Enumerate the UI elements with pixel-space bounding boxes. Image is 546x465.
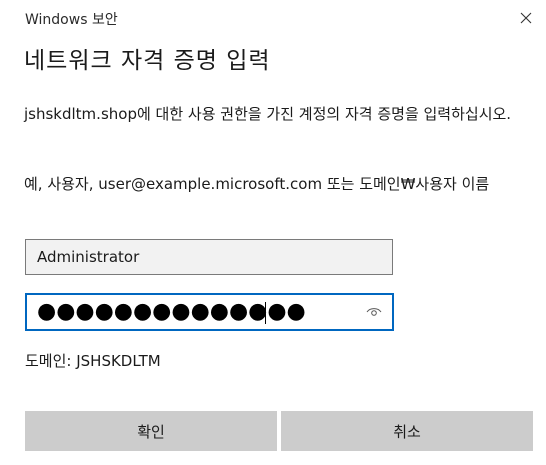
description-text: jshskdltm.shop에 대한 사용 권한을 가진 계정의 자격 증명을 … bbox=[24, 105, 512, 123]
credential-dialog: Windows 보안 네트워크 자격 증명 입력 jshskdltm.shop에… bbox=[0, 0, 546, 465]
close-icon bbox=[520, 12, 532, 24]
text-caret bbox=[265, 302, 266, 324]
ok-button[interactable]: 확인 bbox=[25, 411, 277, 451]
password-input[interactable]: ●●●●●●●●●●●●●● bbox=[25, 293, 394, 331]
window-title: Windows 보안 bbox=[25, 12, 118, 28]
eye-icon bbox=[366, 308, 382, 316]
cancel-button[interactable]: 취소 bbox=[281, 411, 533, 451]
domain-label: 도메인: JSHSKDLTM bbox=[25, 352, 161, 370]
username-input[interactable] bbox=[25, 239, 393, 275]
close-button[interactable] bbox=[506, 0, 546, 36]
reveal-password-button[interactable] bbox=[364, 303, 384, 321]
dialog-heading: 네트워크 자격 증명 입력 bbox=[24, 48, 271, 74]
example-text: 예, 사용자, user@example.microsoft.com 또는 도메… bbox=[24, 175, 490, 193]
